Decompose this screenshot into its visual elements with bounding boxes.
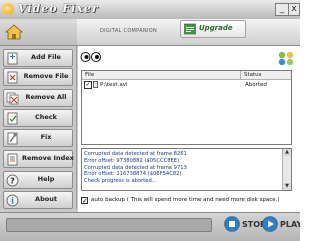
check-label: Check — [35, 113, 57, 121]
log-line: Corrupted data detected at frame 9713 — [84, 164, 187, 171]
upgrade-button[interactable]: Upgrade — [180, 20, 246, 38]
app-window: Video Fixer _ x Add File Remove File Rem… — [0, 0, 300, 241]
title-bar[interactable]: Video Fixer _ x — [0, 0, 300, 20]
remove-all-label: Remove All — [25, 93, 67, 101]
file-list-header: File Status — [82, 71, 291, 80]
decorative-balls-icon — [278, 51, 294, 66]
stop-icon — [224, 216, 240, 232]
add-file-button[interactable]: Add File — [3, 49, 73, 67]
remove-all-button[interactable]: Remove All — [3, 89, 73, 107]
remove-index-label: Remove Index — [22, 154, 74, 162]
scroll-up-icon[interactable]: ▲ — [283, 149, 291, 156]
file-list-row[interactable]: ✓ P:\test.avi Aborted — [84, 81, 289, 89]
svg-text:?: ? — [10, 177, 15, 186]
file-row-status: Aborted — [245, 82, 267, 88]
log-scrollbar[interactable]: ▲ ▼ — [282, 149, 291, 190]
help-label: Help — [37, 175, 55, 183]
upgrade-icon — [184, 23, 196, 35]
file-icon — [93, 81, 98, 88]
help-button[interactable]: ? Help — [3, 171, 73, 189]
sidebar-header — [0, 19, 77, 46]
log-line: Check progress is aborted... — [84, 178, 157, 185]
upgrade-label: Upgrade — [199, 24, 233, 32]
brand-text: DIGITAL COMPANION — [100, 28, 157, 34]
about-label: About — [35, 195, 57, 203]
fix-button[interactable]: Fix — [3, 129, 73, 147]
home-icon[interactable] — [5, 23, 23, 41]
file-row-path: P:\test.avi — [100, 82, 128, 88]
file-list[interactable]: File Status ✓ P:\test.avi Aborted — [81, 70, 292, 145]
check-icon — [7, 112, 18, 125]
about-button[interactable]: i About — [3, 191, 73, 209]
stop-button[interactable]: STOP — [224, 216, 266, 234]
minimize-button[interactable]: _ — [275, 3, 289, 16]
close-button[interactable]: x — [288, 3, 300, 16]
fix-icon — [7, 132, 18, 145]
remove-all-icon — [6, 92, 19, 105]
fix-label: Fix — [40, 133, 52, 141]
column-header-status[interactable]: Status — [240, 71, 262, 79]
app-logo-icon — [2, 3, 14, 15]
log-output[interactable]: Corrupted data detected at frame 8261 Er… — [81, 148, 292, 191]
about-icon: i — [6, 194, 19, 207]
eyes-icon — [80, 52, 101, 62]
log-line: Error offset: 116738874 ($06F54C82) — [84, 171, 182, 178]
add-file-icon — [7, 52, 18, 65]
play-icon — [262, 216, 278, 232]
scroll-down-icon[interactable]: ▼ — [283, 183, 291, 190]
log-line: Error offset: 97380882 ($05CCC8EE) — [84, 157, 180, 164]
remove-index-icon — [7, 153, 18, 166]
check-button[interactable]: Check — [3, 109, 73, 127]
progress-bar — [6, 218, 212, 232]
remove-file-button[interactable]: Remove File — [3, 68, 73, 86]
window-title: Video Fixer — [18, 2, 99, 15]
play-label: PLAY — [280, 220, 300, 229]
remove-index-button[interactable]: Remove Index — [3, 150, 74, 168]
auto-backup-option: ✓ auto backup ( This will spend more tim… — [81, 196, 296, 206]
help-icon: ? — [6, 174, 19, 187]
auto-backup-checkbox[interactable]: ✓ — [81, 197, 88, 205]
log-line: Corrupted data detected at frame 8261 — [84, 151, 187, 157]
svg-text:i: i — [11, 196, 14, 206]
add-file-label: Add File — [31, 53, 61, 61]
remove-file-icon — [7, 71, 18, 84]
log-lines: Corrupted data detected at frame 8261 Er… — [84, 151, 282, 185]
auto-backup-label[interactable]: auto backup ( This will spend more time … — [91, 197, 280, 203]
play-button[interactable]: PLAY — [262, 216, 300, 234]
remove-file-label: Remove File — [23, 72, 69, 80]
column-header-file[interactable]: File — [85, 71, 94, 79]
file-row-checkbox[interactable]: ✓ — [84, 81, 92, 89]
